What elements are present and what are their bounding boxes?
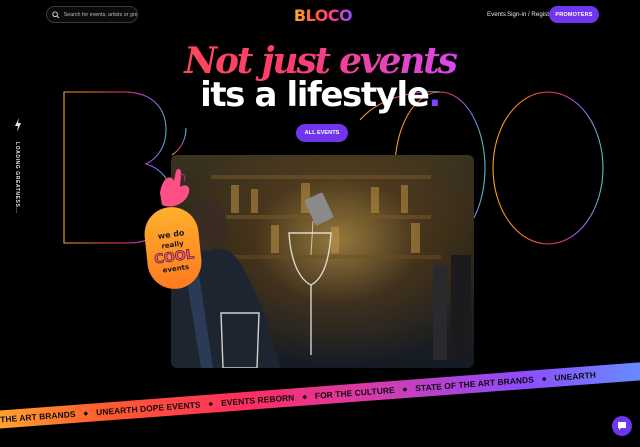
video-frame [171,175,471,368]
bolt-icon [15,118,21,132]
ticker-item: EVENTS REBORN [220,392,295,408]
nav-signin-link[interactable]: Sign-in / Register [507,11,554,18]
hero-video[interactable] [171,155,474,368]
ticker-item: UNEARTH [554,369,597,383]
search-input[interactable] [63,11,137,18]
chat-icon [618,422,626,430]
headline-secondary-text: its a lifestyle [200,75,430,115]
promoters-button[interactable]: PROMOTERS [549,6,599,23]
all-events-button[interactable]: ALL EVENTS [296,124,348,142]
we-do-really-cool-events-sticker: we do really COOL events [144,168,202,289]
header: BLOCO Events Sign-in / Register PROMOTER… [0,0,640,30]
logo-text: BLOCO [294,6,352,25]
search-icon [52,10,60,18]
headline-dot: . [428,75,441,115]
bloco-logo[interactable]: BLOCO [294,4,352,26]
nav-events-link[interactable]: Events [487,11,506,18]
loading-text: LOADING GREATNESS... [14,142,20,214]
ticker-item: FOR THE CULTURE [314,384,396,401]
search-bar[interactable] [46,6,138,23]
chat-button[interactable] [612,416,632,436]
headline-secondary: its a lifestyle. [0,75,640,115]
